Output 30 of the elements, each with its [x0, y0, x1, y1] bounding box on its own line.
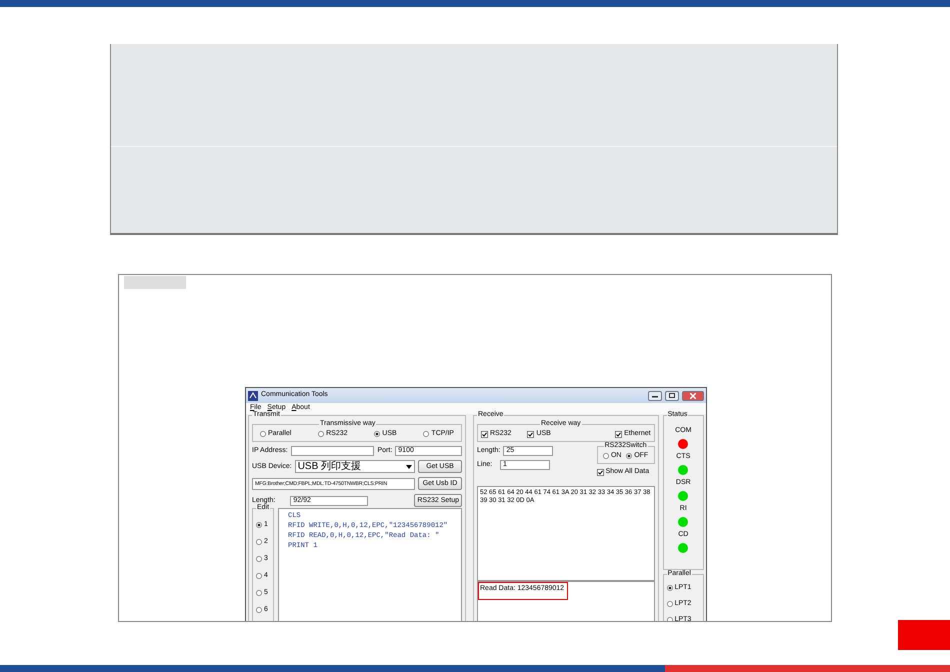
radio-button[interactable]	[256, 522, 262, 528]
radio-button[interactable]	[256, 539, 262, 546]
checkbox[interactable]	[481, 430, 488, 438]
radio-button[interactable]	[666, 617, 673, 621]
checkbox[interactable]	[615, 430, 622, 438]
radio-button[interactable]	[626, 453, 632, 460]
minimize-icon	[652, 394, 658, 398]
radio-button[interactable]	[256, 573, 262, 580]
usb-device-dropdown[interactable]: USB 列印支援	[294, 460, 415, 474]
radio-button[interactable]	[666, 601, 673, 608]
close-button[interactable]	[682, 390, 704, 400]
radio-button[interactable]	[318, 431, 324, 438]
caret-icon	[406, 464, 412, 469]
app-icon	[248, 390, 258, 400]
radio-button[interactable]	[602, 453, 609, 460]
radio-button[interactable]	[256, 607, 262, 614]
ip-address-field[interactable]	[290, 446, 374, 456]
checkbox[interactable]	[527, 430, 534, 438]
checkbox[interactable]	[596, 468, 604, 476]
radio-button[interactable]	[423, 431, 430, 438]
radio-button[interactable]	[256, 556, 262, 562]
radio-button[interactable]	[256, 590, 262, 596]
minimize-button[interactable]	[648, 390, 662, 400]
maximize-button[interactable]	[665, 390, 679, 400]
page-marker	[898, 620, 950, 650]
close-icon	[690, 392, 696, 398]
radio-button[interactable]	[260, 431, 266, 438]
radio-button[interactable]	[666, 585, 673, 592]
radio-button[interactable]	[374, 431, 380, 438]
maximize-icon	[669, 393, 675, 398]
